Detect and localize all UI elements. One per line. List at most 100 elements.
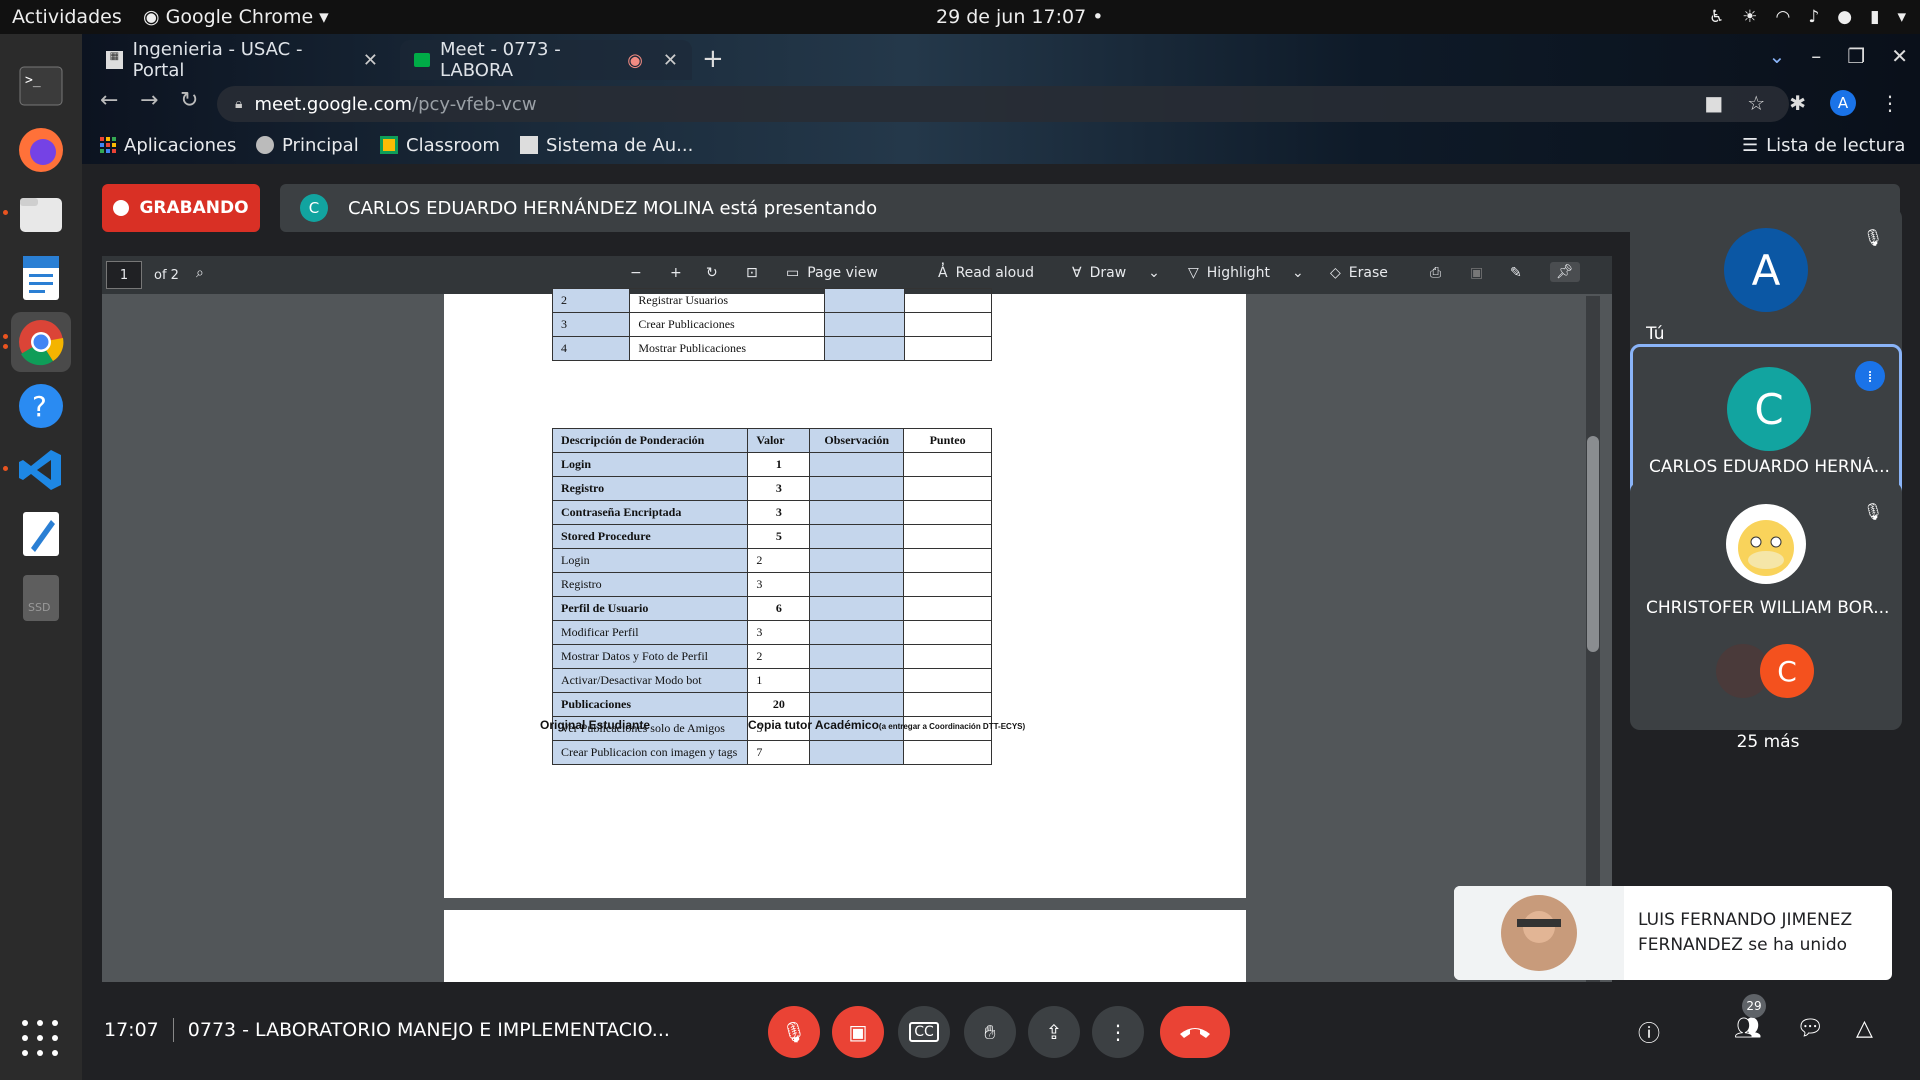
tab-meet[interactable]: Meet - 0773 - LABORA ◉ ✕ bbox=[400, 39, 692, 81]
chrome-menu-icon[interactable]: ⋮ bbox=[1880, 91, 1900, 115]
app-menu[interactable]: ◉ Google Chrome ▾ bbox=[143, 6, 329, 28]
presentation-area: 1 of 2 ⌕ − + ↻ ⊡ ▭ Page view A̓ Read aloud… bbox=[102, 256, 1612, 982]
reading-list-label: Lista de lectura bbox=[1766, 134, 1906, 156]
fit-page-icon[interactable]: ⊡ bbox=[746, 265, 758, 281]
zoom-in-icon[interactable]: + bbox=[670, 265, 682, 281]
print-icon[interactable]: ⎙ bbox=[1430, 265, 1441, 281]
pdf-search-icon[interactable]: ⌕ bbox=[196, 265, 204, 281]
row-valor: 3 bbox=[747, 572, 811, 597]
dock-firefox[interactable] bbox=[11, 120, 71, 180]
reload-icon[interactable]: ↻ bbox=[180, 88, 198, 113]
mic-toggle-button[interactable]: 🎙︎ bbox=[768, 1006, 820, 1058]
captions-button[interactable]: CC bbox=[898, 1006, 950, 1058]
dock-help[interactable]: ? bbox=[11, 376, 71, 436]
save-as-icon[interactable]: ✎ bbox=[1510, 265, 1522, 281]
address-bar[interactable]: 🔒︎ meet.google.com/pcy-vfeb-vcw bbox=[217, 86, 1789, 122]
row-valor: 1 bbox=[747, 668, 811, 693]
table-row: Modificar Perfil 3 bbox=[551, 620, 992, 645]
dock-ssd-drive[interactable]: SSD bbox=[11, 568, 71, 628]
raise-hand-button[interactable]: ✋︎ bbox=[964, 1006, 1016, 1058]
highlight-button[interactable]: ▽ Highlight ⌄ bbox=[1188, 265, 1304, 281]
terminal-icon: >_ bbox=[19, 66, 63, 106]
activities-button[interactable]: Actividades bbox=[12, 6, 122, 28]
table-row: Contraseña Encriptada 3 bbox=[551, 500, 992, 525]
row-description: Activar/Desactivar Modo bot bbox=[551, 668, 749, 693]
row-punteo bbox=[903, 548, 992, 573]
dock-vscode[interactable] bbox=[3, 440, 71, 500]
minimize-icon[interactable]: – bbox=[1811, 44, 1821, 68]
muted-mic-icon: 🎙︎ bbox=[1862, 227, 1884, 247]
rotate-icon[interactable]: ↻ bbox=[706, 265, 718, 281]
back-arrow-icon[interactable]: ← bbox=[100, 88, 118, 113]
clock[interactable]: 29 de jun 17:07 • bbox=[936, 6, 1103, 28]
participant-tile-you[interactable]: A 🎙︎ Tú bbox=[1630, 208, 1902, 364]
bookmark-apps[interactable]: Aplicaciones bbox=[100, 135, 236, 156]
save-icon[interactable]: ▣ bbox=[1470, 265, 1483, 281]
restore-icon[interactable]: ❐ bbox=[1847, 44, 1865, 68]
row-punteo bbox=[903, 668, 992, 693]
camera-in-use-icon[interactable]: ■ bbox=[1704, 91, 1723, 115]
leave-call-button[interactable] bbox=[1160, 1006, 1230, 1058]
chevron-down-icon[interactable]: ⌄ bbox=[1148, 265, 1160, 281]
url-path: /pcy-vfeb-vcw bbox=[412, 93, 537, 115]
captions-icon: CC bbox=[909, 1022, 939, 1042]
row-valor: 7 bbox=[747, 740, 811, 765]
system-menu-chevron-icon[interactable]: ▾ bbox=[1897, 7, 1906, 27]
scrollbar-thumb[interactable] bbox=[1587, 436, 1599, 652]
meeting-info-icon[interactable]: ⓘ bbox=[1638, 1016, 1660, 1048]
show-apps-button[interactable] bbox=[20, 1018, 60, 1062]
accessibility-icon[interactable]: ♿ bbox=[1709, 7, 1724, 27]
participant-tile-christofer[interactable]: 🎙︎ CHRISTOFER WILLIAM BOR... bbox=[1630, 482, 1902, 638]
tab-search-icon[interactable]: ⌄ bbox=[1769, 44, 1786, 68]
close-tab-icon[interactable]: ✕ bbox=[663, 50, 678, 71]
people-icon[interactable]: 👥︎ bbox=[1734, 1016, 1762, 1041]
forward-arrow-icon[interactable]: → bbox=[140, 88, 158, 113]
bookmark-star-icon[interactable]: ☆ bbox=[1747, 91, 1765, 115]
bookmark-classroom[interactable]: Classroom bbox=[380, 135, 500, 156]
erase-button[interactable]: ◇ Erase bbox=[1330, 265, 1388, 281]
pin-toolbar-icon[interactable]: 📌︎ bbox=[1550, 262, 1580, 282]
chevron-down-icon[interactable]: ⌄ bbox=[1292, 265, 1304, 281]
profile-avatar[interactable]: A bbox=[1830, 90, 1856, 116]
pdf-scrollbar[interactable] bbox=[1586, 296, 1600, 982]
dock-terminal[interactable]: >_ bbox=[11, 56, 71, 116]
dock-files[interactable] bbox=[3, 184, 71, 244]
zoom-out-icon[interactable]: − bbox=[630, 265, 642, 281]
bookmark-sistema[interactable]: Sistema de Au... bbox=[520, 135, 693, 156]
url-text: meet.google.com/pcy-vfeb-vcw bbox=[254, 94, 536, 115]
dock-text-editor[interactable] bbox=[11, 504, 71, 564]
top-table: 2 Registrar Usuarios 3 Crear Publicaciones 4… bbox=[551, 288, 992, 361]
participant-tile-others[interactable]: C 25 más bbox=[1630, 620, 1902, 752]
recording-badge[interactable]: GRABANDO bbox=[102, 184, 260, 232]
table-row: Publicaciones 20 bbox=[551, 692, 992, 717]
row-punteo bbox=[903, 620, 992, 645]
draw-button[interactable]: ∀ Draw ⌄ bbox=[1072, 265, 1160, 281]
system-tray[interactable]: ♿ ☀ ◠ ♪ ● ▮ ▾ bbox=[1709, 7, 1906, 27]
present-button[interactable]: ⇪ bbox=[1028, 1006, 1080, 1058]
chat-icon[interactable]: 💬︎ bbox=[1796, 1016, 1824, 1041]
row-punteo bbox=[903, 524, 992, 549]
presenting-text: CARLOS EDUARDO HERNÁNDEZ MOLINA está pre… bbox=[348, 197, 878, 219]
page-view-button[interactable]: ▭ Page view bbox=[786, 265, 878, 281]
activities-icon[interactable]: △ bbox=[1856, 1016, 1873, 1041]
tab-usac-portal[interactable]: ▦ Ingenieria - USAC - Portal ✕ bbox=[92, 39, 392, 81]
dock-chrome[interactable] bbox=[3, 312, 71, 372]
more-options-button[interactable]: ⋮ bbox=[1092, 1006, 1144, 1058]
dock-writer[interactable] bbox=[11, 248, 71, 308]
battery-icon: ▮ bbox=[1870, 7, 1880, 27]
draw-label: Draw bbox=[1089, 265, 1127, 281]
header-descripcion: Descripción de Ponderación bbox=[551, 428, 749, 453]
footer-copia: Copia tutor Académico(a entregar a Coord… bbox=[748, 718, 1025, 732]
reading-list-button[interactable]: ☰ Lista de lectura bbox=[1742, 135, 1905, 156]
row-description: Contraseña Encriptada bbox=[551, 500, 749, 525]
new-tab-button[interactable]: + bbox=[702, 44, 724, 74]
camera-toggle-button[interactable]: ▣ bbox=[832, 1006, 884, 1058]
participant-tile-carlos[interactable]: C ⁞ CARLOS EDUARDO HERNÁ... bbox=[1630, 344, 1902, 500]
close-tab-icon[interactable]: ✕ bbox=[363, 50, 378, 71]
bookmark-principal[interactable]: Principal bbox=[256, 135, 359, 156]
header-punteo: Punteo bbox=[903, 428, 992, 453]
close-window-icon[interactable]: ✕ bbox=[1891, 44, 1908, 68]
read-aloud-button[interactable]: A̓ Read aloud bbox=[938, 265, 1034, 281]
page-number-input[interactable]: 1 bbox=[106, 261, 142, 289]
extensions-icon[interactable]: ✱ bbox=[1789, 91, 1806, 115]
